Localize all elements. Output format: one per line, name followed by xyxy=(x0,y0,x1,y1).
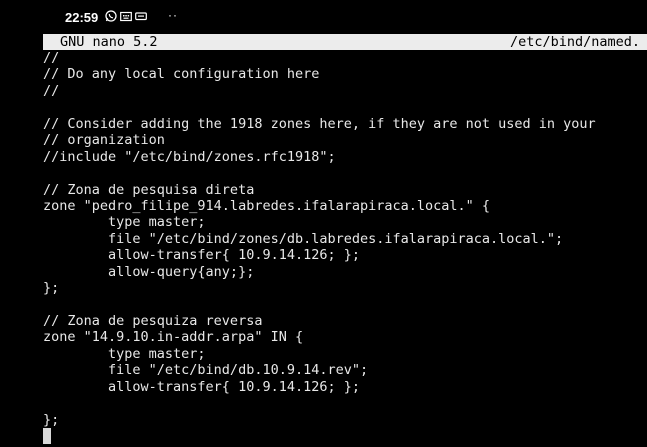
notification-icons xyxy=(105,9,147,22)
editor-line[interactable]: // xyxy=(43,50,647,66)
editor-line[interactable]: // xyxy=(43,83,647,99)
editor-line[interactable]: file "/etc/bind/db.10.9.14.rev"; xyxy=(43,362,647,378)
editor-line[interactable] xyxy=(43,297,647,313)
status-time: 22:59 xyxy=(65,10,99,25)
editor-line[interactable] xyxy=(43,428,647,445)
file-name: /etc/bind/named. xyxy=(510,34,641,50)
whatsapp-icon xyxy=(105,9,117,22)
keyboard-small-icon xyxy=(135,9,147,21)
editor-line[interactable] xyxy=(43,99,647,115)
editor-line[interactable]: type master; xyxy=(43,346,647,362)
editor-line[interactable]: //include "/etc/bind/zones.rfc1918"; xyxy=(43,149,647,165)
editor-line[interactable]: }; xyxy=(43,412,647,428)
text-cursor xyxy=(43,428,51,445)
editor-line[interactable]: type master; xyxy=(43,214,647,230)
editor-line[interactable]: zone "pedro_filipe_914.labredes.ifalarap… xyxy=(43,198,647,214)
keyboard-icon xyxy=(120,9,132,22)
editor-line[interactable]: // organization xyxy=(43,132,647,148)
nano-title-bar: GNU nano 5.2 /etc/bind/named. xyxy=(43,34,647,50)
editor-line[interactable]: // Zona de pesquisa direta xyxy=(43,182,647,198)
editor-line[interactable]: zone "14.9.10.in-addr.arpa" IN { xyxy=(43,329,647,345)
editor-line[interactable]: }; xyxy=(43,280,647,296)
editor-line[interactable]: allow-transfer{ 10.9.14.126; }; xyxy=(43,379,647,395)
editor-line[interactable]: file "/etc/bind/zones/db.labredes.ifalar… xyxy=(43,231,647,247)
editor-line[interactable] xyxy=(43,395,647,411)
editor-line[interactable]: allow-transfer{ 10.9.14.126; }; xyxy=(43,247,647,263)
editor-line[interactable]: allow-query{any;}; xyxy=(43,264,647,280)
android-status-bar: 22:59 ·· xyxy=(0,0,647,34)
editor-line[interactable]: // Zona de pesquiza reversa xyxy=(43,313,647,329)
editor-line[interactable]: // Consider adding the 1918 zones here, … xyxy=(43,116,647,132)
text-editor[interactable]: //// Do any local configuration here// //… xyxy=(43,50,647,445)
nano-version-label: GNU nano 5.2 xyxy=(60,34,158,50)
editor-line[interactable] xyxy=(43,165,647,181)
more-notifications-icon: ·· xyxy=(168,8,178,22)
editor-line[interactable]: // Do any local configuration here xyxy=(43,66,647,82)
